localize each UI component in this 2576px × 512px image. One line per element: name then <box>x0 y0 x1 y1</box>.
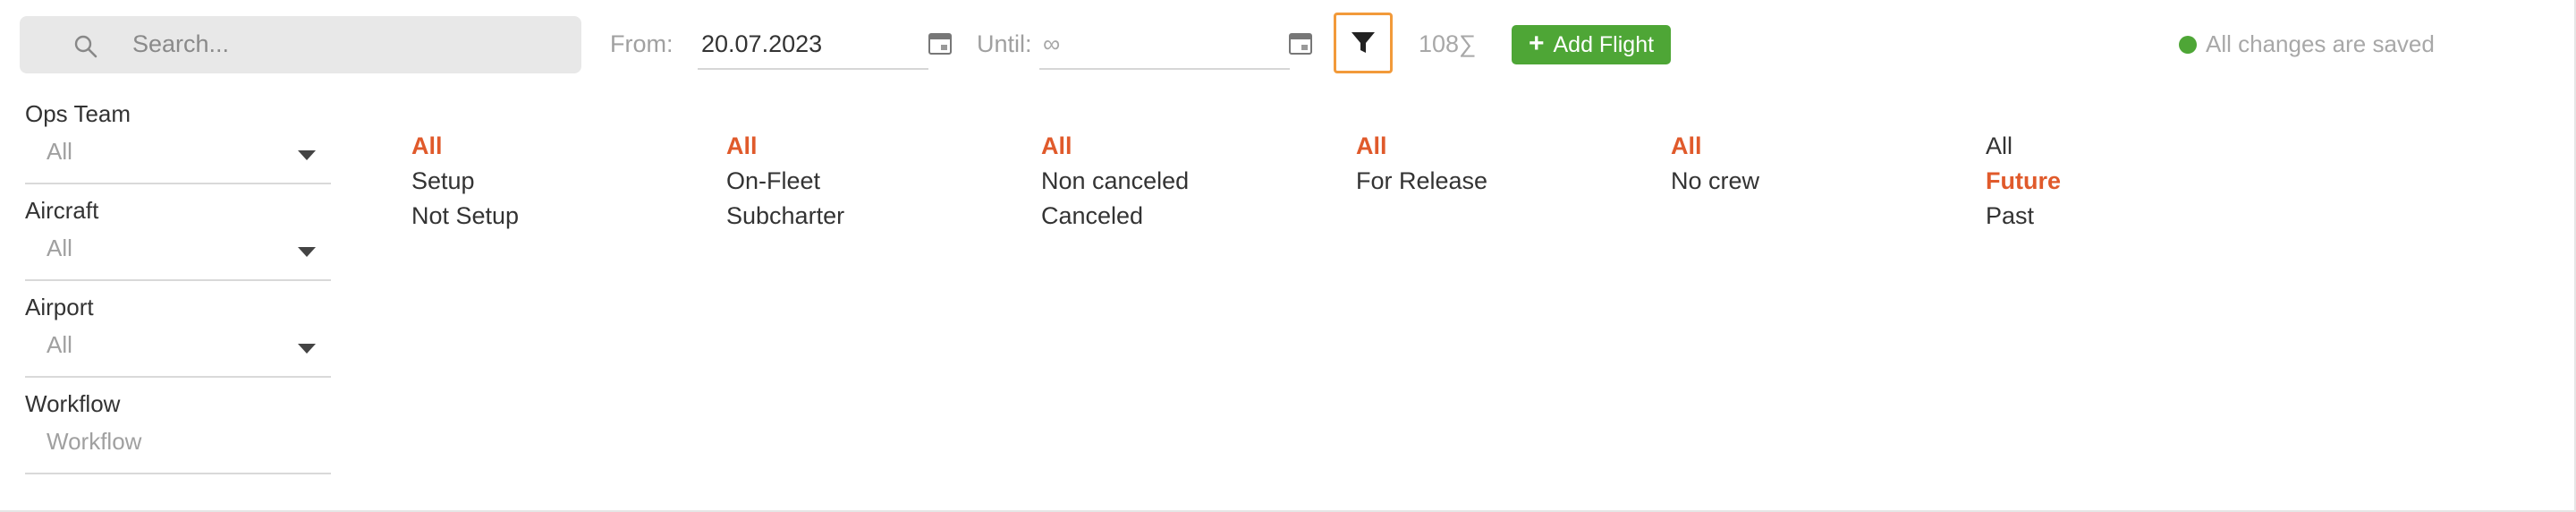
filter-group: All On-Fleet Subcharter <box>726 129 844 234</box>
filter-option-all[interactable]: All <box>411 129 519 164</box>
filter-option-for-release[interactable]: For Release <box>1356 164 1487 199</box>
search-input[interactable]: Search... <box>132 30 229 58</box>
sidebar-filter-value[interactable]: All <box>47 235 72 262</box>
filter-group: All Setup Not Setup <box>411 129 519 234</box>
sidebar-filter-value[interactable]: Workflow <box>47 428 141 456</box>
sidebar-filter-label: Aircraft <box>25 197 99 224</box>
filter-group: All Future Past <box>1986 129 2061 234</box>
filter-option-canceled[interactable]: Canceled <box>1041 199 1189 234</box>
add-flight-label: Add Flight <box>1553 31 1655 57</box>
filter-option-all[interactable]: All <box>1671 129 1759 164</box>
add-flight-button[interactable]: + Add Flight <box>1512 25 1671 64</box>
divider <box>25 279 331 281</box>
filter-group: All For Release <box>1356 129 1487 199</box>
sidebar-filter-value[interactable]: All <box>47 138 72 166</box>
caret-down-icon[interactable] <box>298 247 316 257</box>
sidebar-filter-label: Ops Team <box>25 100 131 127</box>
caret-down-icon[interactable] <box>298 150 316 160</box>
filter-group: All Non canceled Canceled <box>1041 129 1189 234</box>
filter-option-on-fleet[interactable]: On-Fleet <box>726 164 844 199</box>
filter-option-subcharter[interactable]: Subcharter <box>726 199 844 234</box>
flights-filter-panel: Search... From: 20.07.2023 Until: ∞ 108∑… <box>0 0 2576 512</box>
status-dot-icon <box>2179 35 2197 54</box>
filter-option-past[interactable]: Past <box>1986 199 2061 234</box>
calendar-icon[interactable] <box>928 33 952 55</box>
from-date-field[interactable]: 20.07.2023 <box>698 20 928 70</box>
sidebar-filter-label: Workflow <box>25 390 121 417</box>
search-box[interactable]: Search... <box>20 16 581 73</box>
save-status: All changes are saved <box>2179 30 2435 58</box>
filter-option-all[interactable]: All <box>726 129 844 164</box>
sidebar-filter-label: Airport <box>25 294 94 320</box>
filter-option-setup[interactable]: Setup <box>411 164 519 199</box>
filter-option-non-canceled[interactable]: Non canceled <box>1041 164 1189 199</box>
filter-toggle-button[interactable] <box>1334 13 1393 73</box>
search-icon <box>74 35 97 58</box>
filter-option-not-setup[interactable]: Not Setup <box>411 199 519 234</box>
filter-option-no-crew[interactable]: No crew <box>1671 164 1759 199</box>
sidebar-filter-value[interactable]: All <box>47 331 72 359</box>
filter-option-all[interactable]: All <box>1356 129 1487 164</box>
flight-count: 108∑ <box>1419 30 1477 57</box>
calendar-icon[interactable] <box>1289 33 1312 55</box>
divider <box>25 183 331 184</box>
caret-down-icon[interactable] <box>298 344 316 354</box>
filter-option-all[interactable]: All <box>1041 129 1189 164</box>
plus-icon: + <box>1528 29 1545 58</box>
filter-option-future[interactable]: Future <box>1986 164 2061 199</box>
until-date-field[interactable]: ∞ <box>1039 20 1290 70</box>
filter-icon <box>1352 32 1375 53</box>
divider <box>25 376 331 378</box>
until-label: Until: <box>977 30 1032 57</box>
divider <box>25 473 331 474</box>
filter-group: All No crew <box>1671 129 1759 199</box>
from-label: From: <box>610 30 674 57</box>
save-status-text: All changes are saved <box>2206 30 2435 57</box>
filter-option-all[interactable]: All <box>1986 129 2061 164</box>
